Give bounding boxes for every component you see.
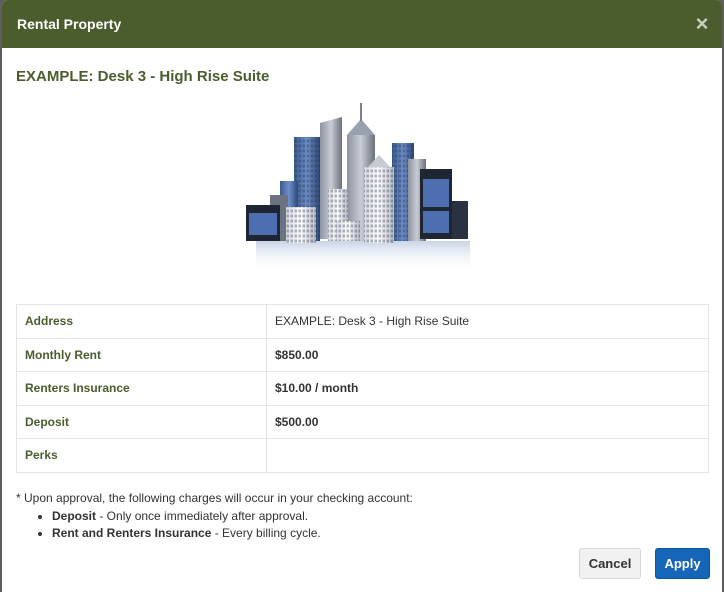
deposit-label: Deposit [16, 404, 267, 439]
table-row: Address EXAMPLE: Desk 3 - High Rise Suit… [16, 304, 709, 339]
modal-body: EXAMPLE: Desk 3 - High Rise Suite Addres… [2, 48, 722, 540]
city-skyline-icon [16, 99, 708, 285]
apply-button[interactable]: Apply [655, 548, 710, 579]
close-icon[interactable]: × [682, 0, 722, 48]
property-name: EXAMPLE: Desk 3 - High Rise Suite [16, 68, 270, 85]
list-item: Rent and Renters Insurance - Every billi… [52, 526, 708, 540]
deposit-value: $500.00 [266, 404, 709, 439]
charge-text: - Only once immediately after approval. [96, 508, 309, 523]
table-row: Renters Insurance $10.00 / month [16, 371, 709, 406]
rental-property-modal: Rental Property × EXAMPLE: Desk 3 - High… [2, 0, 722, 592]
list-item: Deposit - Only once immediately after ap… [52, 509, 708, 523]
monthly-rent-label: Monthly Rent [16, 337, 267, 372]
modal-title: Rental Property [17, 16, 122, 32]
address-label: Address [16, 304, 267, 339]
address-value: EXAMPLE: Desk 3 - High Rise Suite [266, 304, 709, 339]
perks-label: Perks [16, 438, 267, 473]
renters-insurance-value: $10.00 / month [266, 371, 709, 406]
charge-term: Rent and Renters Insurance [52, 525, 212, 540]
perks-value [266, 438, 709, 473]
monthly-rent-value: $850.00 [266, 337, 709, 372]
charge-text: - Every billing cycle. [211, 525, 321, 540]
modal-footer: Cancel Apply [579, 548, 710, 579]
table-row: Perks [16, 438, 709, 473]
charges-note: * Upon approval, the following charges w… [16, 491, 708, 540]
charges-list: Deposit - Only once immediately after ap… [52, 509, 708, 540]
table-row: Deposit $500.00 [16, 404, 709, 439]
charge-term: Deposit [52, 508, 97, 523]
table-row: Monthly Rent $850.00 [16, 337, 709, 372]
charges-note-intro: * Upon approval, the following charges w… [16, 490, 413, 505]
cancel-button[interactable]: Cancel [579, 548, 641, 579]
renters-insurance-label: Renters Insurance [16, 371, 267, 406]
property-details-table: Address EXAMPLE: Desk 3 - High Rise Suit… [16, 304, 709, 473]
city-skyline-image [246, 103, 470, 273]
modal-header: Rental Property × [2, 0, 722, 48]
